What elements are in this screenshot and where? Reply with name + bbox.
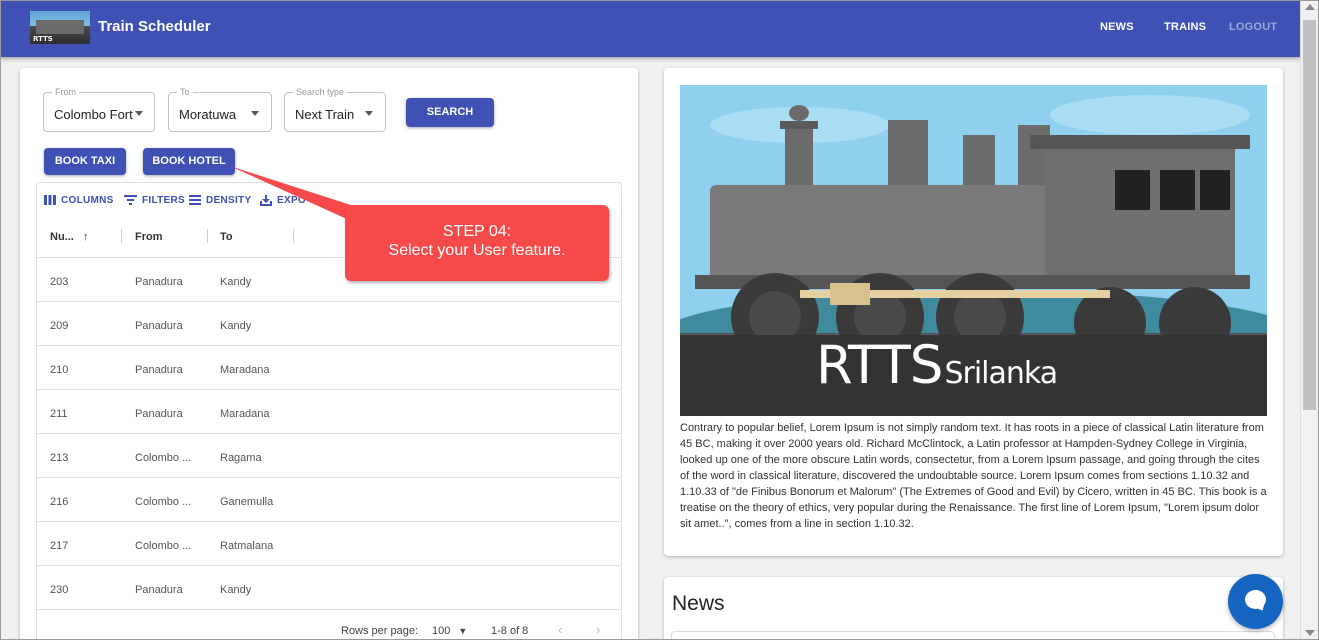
pagination-range: 1-8 of 8 — [491, 625, 529, 637]
column-header-to[interactable]: To — [220, 231, 233, 243]
table-row[interactable]: 211 Panadura Maradana — [37, 389, 621, 433]
cell-number: 211 — [50, 408, 68, 420]
chevron-left-icon[interactable]: ‹ — [558, 622, 562, 637]
sort-up-icon[interactable]: ↑ — [83, 231, 89, 243]
column-header-number[interactable]: Nu... ↑ — [50, 231, 88, 243]
cell-from: Panadura — [135, 276, 183, 288]
app-bar: RTTS Train Scheduler NEWS TRAINS LOGOUT — [0, 0, 1300, 57]
scroll-up-icon[interactable] — [1305, 4, 1315, 10]
step-number: STEP 04: — [442, 223, 512, 240]
cell-from: Panadura — [135, 408, 183, 420]
nav-news[interactable]: NEWS — [1100, 21, 1134, 33]
cell-number: 203 — [50, 276, 69, 288]
callout-pointer — [230, 166, 360, 225]
search-button[interactable]: SEARCH — [406, 98, 494, 127]
page-scrollbar[interactable] — [1300, 0, 1318, 640]
cell-number: 210 — [50, 364, 69, 376]
column-separator[interactable] — [207, 229, 208, 243]
rows-per-page-select[interactable]: 100 ▼ — [432, 625, 467, 637]
table-footer-divider — [37, 609, 621, 639]
columns-button[interactable]: COLUMNS — [44, 195, 114, 206]
table-row[interactable]: 230 Panadura Kandy — [37, 565, 621, 609]
description-text: Contrary to popular belief, Lorem Ipsum … — [680, 422, 1267, 530]
cell-from: Colombo ... — [135, 540, 192, 552]
from-label: From — [52, 87, 79, 97]
rows-per-page-value: 100 — [432, 625, 451, 637]
columns-icon — [44, 195, 56, 206]
dropdown-arrow-icon — [135, 111, 143, 116]
density-icon — [189, 195, 201, 206]
filter-icon — [124, 195, 137, 206]
to-select[interactable]: To Moratuwa — [168, 87, 272, 132]
banner-title-big: RTTS — [816, 335, 943, 396]
rtts-banner-image: RTTSSrilanka — [680, 85, 1267, 416]
news-heading: News — [672, 592, 725, 615]
filters-label: FILTERS — [142, 195, 186, 206]
cell-from: Colombo ... — [135, 452, 192, 464]
cell-to: Ragama — [220, 452, 262, 464]
step-callout-text: STEP 04: Select your User feature. — [345, 222, 609, 260]
cell-to: Kandy — [220, 584, 252, 596]
dropdown-arrow-icon: ▼ — [458, 626, 468, 636]
logo-train-image — [36, 20, 84, 34]
logo-text: RTTS — [33, 35, 53, 43]
cell-to: Maradana — [220, 364, 270, 376]
from-select[interactable]: From Colombo Fort — [43, 87, 155, 132]
columns-label: COLUMNS — [61, 195, 114, 206]
column-header-from[interactable]: From — [135, 231, 163, 243]
cell-from: Panadura — [135, 364, 183, 376]
column-header-label: Nu... — [50, 231, 74, 243]
cell-to: Kandy — [220, 276, 252, 288]
chat-button[interactable] — [1228, 574, 1283, 629]
table-row[interactable]: 209 Panadura Kandy — [37, 301, 621, 345]
banner-title-small: Srilanka — [944, 356, 1058, 391]
dropdown-arrow-icon — [365, 111, 373, 116]
banner-title: RTTSSrilanka — [816, 335, 1058, 396]
news-item[interactable] — [671, 631, 1275, 640]
table-row[interactable]: 216 Colombo ... Ganemulla — [37, 477, 621, 521]
search-type-value: Next Train — [295, 107, 355, 122]
column-separator[interactable] — [293, 229, 294, 243]
cell-number: 230 — [50, 584, 69, 596]
cell-to: Maradana — [220, 408, 270, 420]
filters-button[interactable]: FILTERS — [124, 195, 185, 206]
app-logo[interactable]: RTTS — [30, 11, 90, 44]
book-taxi-button[interactable]: BOOK TAXI — [44, 148, 126, 175]
cell-number: 213 — [50, 452, 69, 464]
app-title: Train Scheduler — [98, 18, 211, 35]
cell-from: Colombo ... — [135, 496, 192, 508]
scroll-thumb[interactable] — [1303, 20, 1316, 410]
cell-to: Ganemulla — [220, 496, 274, 508]
cell-to: Ratmalana — [220, 540, 274, 552]
cell-to: Kandy — [220, 320, 252, 332]
chevron-right-icon[interactable]: › — [596, 622, 600, 637]
from-value: Colombo Fort — [54, 107, 133, 122]
step-callout: STEP 04: Select your User feature. — [345, 205, 609, 281]
to-label: To — [177, 87, 193, 97]
cell-number: 217 — [50, 540, 69, 552]
nav-trains[interactable]: TRAINS — [1164, 21, 1206, 33]
search-type-select[interactable]: Search type Next Train — [284, 87, 386, 132]
rows-per-page-label: Rows per page: — [341, 625, 419, 637]
table-row[interactable]: 217 Colombo ... Ratmalana — [37, 521, 621, 565]
column-separator[interactable] — [121, 229, 122, 243]
table-row[interactable]: 210 Panadura Maradana — [37, 345, 621, 389]
cell-number: 209 — [50, 320, 69, 332]
table-row[interactable]: 213 Colombo ... Ragama — [37, 433, 621, 477]
cell-from: Panadura — [135, 320, 183, 332]
search-type-label: Search type — [293, 87, 348, 97]
scroll-down-icon[interactable] — [1305, 630, 1315, 636]
to-value: Moratuwa — [179, 107, 237, 122]
step-instruction: Select your User feature. — [388, 242, 566, 259]
nav-logout[interactable]: LOGOUT — [1229, 21, 1277, 33]
dropdown-arrow-icon — [251, 111, 259, 116]
book-hotel-button[interactable]: BOOK HOTEL — [143, 148, 235, 175]
cell-number: 216 — [50, 496, 69, 508]
cell-from: Panadura — [135, 584, 183, 596]
